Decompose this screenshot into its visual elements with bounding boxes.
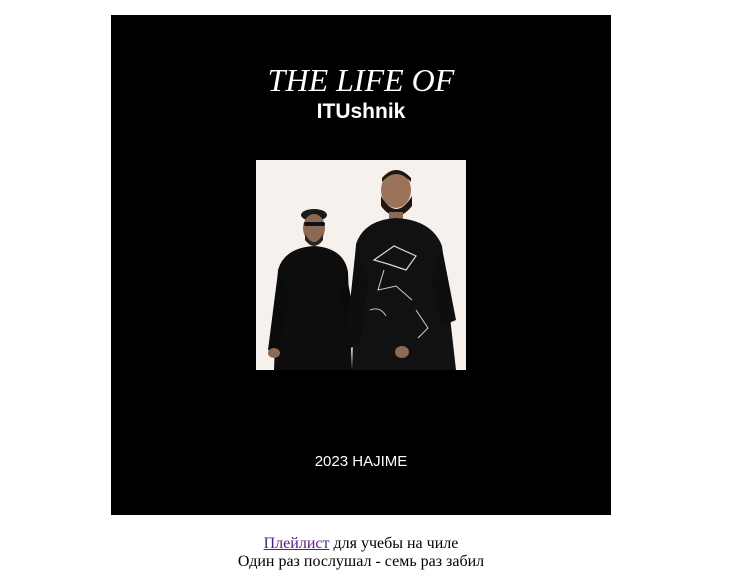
- caption-line1-rest: для учебы на чиле: [329, 535, 459, 552]
- artist-photo: [256, 160, 466, 370]
- cover-title-line2: ITUshnik: [316, 100, 406, 123]
- album-cover: THE LIFE OF ITUshnik 2023 HAJIME: [111, 15, 611, 515]
- cover-bottom-text: 2023 HAJIME: [314, 453, 408, 470]
- cover-title-line1: THE LIFE OF: [267, 62, 455, 98]
- caption-line1: Плейлист для учебы на чиле: [0, 535, 722, 553]
- caption-line2: Один раз послушал - семь раз забил: [237, 553, 485, 570]
- caption: Плейлист для учебы на чиле Один раз посл…: [0, 535, 722, 571]
- playlist-link[interactable]: Плейлист: [264, 535, 330, 552]
